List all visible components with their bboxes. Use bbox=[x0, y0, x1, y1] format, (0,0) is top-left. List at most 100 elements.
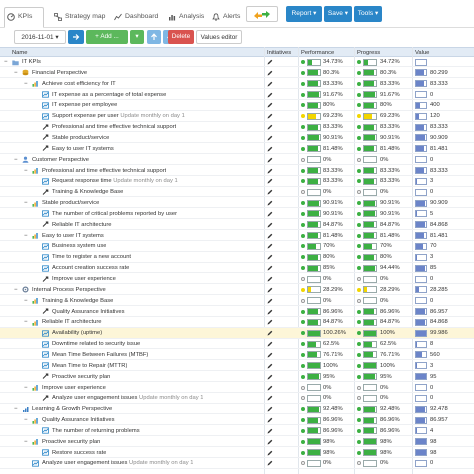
row-name[interactable]: Achieve cost efficiency for IT bbox=[42, 79, 116, 89]
row-name[interactable]: Training & Knowledge Base bbox=[52, 187, 123, 197]
edit-pencil-icon[interactable] bbox=[267, 352, 273, 358]
edit-pencil-icon[interactable] bbox=[267, 385, 273, 391]
row-name[interactable]: Reliable IT architecture bbox=[52, 220, 112, 230]
edit-pencil-icon[interactable] bbox=[267, 363, 273, 369]
collapse-toggle-icon[interactable]: − bbox=[14, 70, 20, 76]
table-row[interactable]: Training & Knowledge Base 0% 0% 0 bbox=[0, 187, 474, 198]
row-name[interactable]: Proactive security plan bbox=[52, 372, 110, 382]
edit-pencil-icon[interactable] bbox=[267, 102, 273, 108]
table-row[interactable]: Time to register a new account 80% 80% 3 bbox=[0, 252, 474, 263]
row-name[interactable]: Learning & Growth Perspective bbox=[32, 404, 112, 414]
edit-pencil-icon[interactable] bbox=[267, 319, 273, 325]
edit-pencil-icon[interactable] bbox=[267, 287, 273, 293]
table-row[interactable]: − IT KPIs 34.73% 34.72% bbox=[0, 57, 474, 68]
table-row[interactable]: IT expense as a percentage of total expe… bbox=[0, 90, 474, 100]
row-name[interactable]: Business system use bbox=[52, 241, 106, 251]
table-row[interactable]: − Achieve cost efficiency for IT 83.33% 83.… bbox=[0, 79, 474, 89]
row-name[interactable]: Support expense per user Update monthly … bbox=[52, 111, 185, 121]
row-name[interactable]: Mean Time to Repair (MTTR) bbox=[52, 361, 127, 371]
edit-pencil-icon[interactable] bbox=[267, 59, 273, 65]
table-row[interactable]: Request response time Update monthly on … bbox=[0, 176, 474, 187]
table-row[interactable]: − Improve user experience 0% 0% 0 bbox=[0, 383, 474, 393]
table-row[interactable]: Restore success rate 98% 98% 98 bbox=[0, 448, 474, 458]
row-name[interactable]: Reliable IT architecture bbox=[42, 317, 102, 327]
table-row[interactable]: Easy to user IT systems 81.48% 81.48% 81.48… bbox=[0, 144, 474, 155]
row-name[interactable]: Mean Time Between Failures (MTBF) bbox=[52, 350, 148, 360]
table-row[interactable]: Support expense per user Update monthly … bbox=[0, 111, 474, 122]
edit-pencil-icon[interactable] bbox=[267, 341, 273, 347]
row-name[interactable]: Availability (uptime) bbox=[52, 328, 102, 338]
collapse-toggle-icon[interactable]: − bbox=[24, 200, 30, 206]
row-name[interactable]: Request response time Update monthly on … bbox=[52, 176, 178, 186]
row-name[interactable]: The number of returning problems bbox=[52, 426, 140, 436]
row-name[interactable]: Quality Assurance Initiatives bbox=[52, 307, 125, 317]
collapse-toggle-icon[interactable]: − bbox=[24, 168, 30, 174]
collapse-toggle-icon[interactable]: − bbox=[14, 406, 20, 412]
edit-pencil-icon[interactable] bbox=[267, 298, 273, 304]
delete-button[interactable]: Delete bbox=[168, 30, 194, 44]
row-name[interactable]: Improve user experience bbox=[52, 274, 116, 284]
table-row[interactable]: Analyze user engagement issues Update mo… bbox=[0, 393, 474, 404]
save-button[interactable]: Save ▾ bbox=[324, 6, 352, 22]
edit-pencil-icon[interactable] bbox=[267, 81, 273, 87]
edit-pencil-icon[interactable] bbox=[267, 460, 273, 466]
table-row[interactable]: Availability (uptime) 100.26% 100% 99.986 bbox=[0, 328, 474, 339]
row-name[interactable]: Financial Perspective bbox=[32, 68, 87, 78]
edit-pencil-icon[interactable] bbox=[267, 330, 273, 336]
row-name[interactable]: Proactive security plan bbox=[42, 437, 100, 447]
move-up-button[interactable] bbox=[147, 30, 161, 44]
collapse-toggle-icon[interactable]: − bbox=[24, 319, 30, 325]
edit-pencil-icon[interactable] bbox=[267, 146, 273, 152]
edit-pencil-icon[interactable] bbox=[267, 222, 273, 228]
collapse-toggle-icon[interactable]: − bbox=[4, 59, 10, 65]
table-row[interactable]: − Training & Knowledge Base 0% 0% 0 bbox=[0, 296, 474, 306]
edit-pencil-icon[interactable] bbox=[267, 189, 273, 195]
table-row[interactable]: − Proactive security plan 98% 98% 98 bbox=[0, 437, 474, 447]
collapse-toggle-icon[interactable]: − bbox=[24, 417, 30, 423]
edit-pencil-icon[interactable] bbox=[267, 254, 273, 260]
collapse-toggle-icon[interactable]: − bbox=[24, 385, 30, 391]
collapse-toggle-icon[interactable]: − bbox=[24, 439, 30, 445]
edit-pencil-icon[interactable] bbox=[267, 200, 273, 206]
row-name[interactable]: Training & Knowledge Base bbox=[42, 296, 113, 306]
row-name[interactable]: Easy to user IT systems bbox=[52, 144, 114, 154]
collapse-toggle-icon[interactable]: − bbox=[24, 81, 30, 87]
table-row[interactable]: − Internal Process Perspective 28.29% 28.29… bbox=[0, 285, 474, 296]
report-button[interactable]: Report ▾ bbox=[286, 6, 322, 22]
row-name[interactable]: Professional and time effective technica… bbox=[52, 122, 176, 132]
edit-pencil-icon[interactable] bbox=[267, 157, 273, 163]
edit-pencil-icon[interactable] bbox=[267, 135, 273, 141]
row-name[interactable]: IT expense per employee bbox=[52, 100, 117, 110]
row-name[interactable]: Account creation success rate bbox=[52, 263, 129, 273]
table-row[interactable]: − Reliable IT architecture 84.87% 84.87% 84.… bbox=[0, 317, 474, 328]
row-name[interactable]: Professional and time effective technica… bbox=[42, 166, 166, 176]
edit-pencil-icon[interactable] bbox=[267, 124, 273, 130]
edit-pencil-icon[interactable] bbox=[267, 309, 273, 315]
row-name[interactable]: Restore success rate bbox=[52, 448, 106, 458]
date-picker[interactable]: 2016-11-01 ▾ bbox=[14, 30, 66, 44]
edit-pencil-icon[interactable] bbox=[267, 417, 273, 423]
collapse-toggle-icon[interactable]: − bbox=[24, 298, 30, 304]
edit-pencil-icon[interactable] bbox=[267, 276, 273, 282]
edit-pencil-icon[interactable] bbox=[267, 428, 273, 434]
edit-pencil-icon[interactable] bbox=[267, 178, 273, 184]
row-name[interactable]: Analyze user engagement issues Update mo… bbox=[52, 393, 203, 403]
collapse-toggle-icon[interactable]: − bbox=[14, 287, 20, 293]
table-row[interactable]: Stable product/service 90.91% 90.91% 90.909 bbox=[0, 133, 474, 144]
color-arrows-button[interactable] bbox=[246, 6, 278, 22]
table-row[interactable]: Analyze user engagement issues Update mo… bbox=[0, 458, 474, 469]
table-row[interactable]: − Easy to user IT systems 81.48% 81.48% 81.4… bbox=[0, 231, 474, 241]
tools-button[interactable]: Tools ▾ bbox=[354, 6, 382, 22]
collapse-toggle-icon[interactable]: − bbox=[24, 233, 30, 239]
edit-pencil-icon[interactable] bbox=[267, 265, 273, 271]
row-name[interactable]: Improve user experience bbox=[42, 383, 106, 393]
edit-pencil-icon[interactable] bbox=[267, 374, 273, 380]
table-row[interactable]: The number of critical problems reported… bbox=[0, 209, 474, 220]
add-dropdown-button[interactable]: ▾ bbox=[130, 30, 144, 44]
table-row[interactable]: − Professional and time effective technic… bbox=[0, 166, 474, 176]
row-name[interactable]: Analyze user engagement issues Update mo… bbox=[42, 458, 193, 468]
collapse-toggle-icon[interactable]: − bbox=[14, 157, 20, 163]
row-name[interactable]: Downtime related to security issue bbox=[52, 339, 140, 349]
tab-analysis[interactable]: Analysis bbox=[166, 8, 204, 26]
row-name[interactable]: Time to register a new account bbox=[52, 252, 131, 262]
